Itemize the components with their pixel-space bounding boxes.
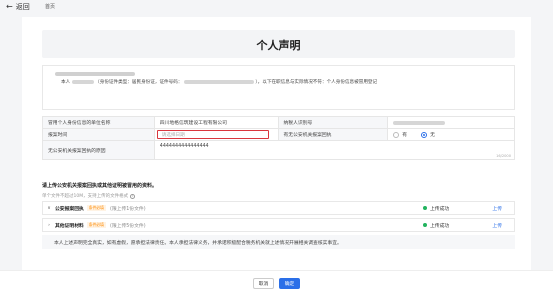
info-icon[interactable]: i [130, 193, 136, 199]
upload-status: 上传成功 [423, 205, 449, 212]
back-label: 返回 [15, 3, 30, 11]
footer-bar: 取消 确定 [0, 270, 553, 295]
section-name: 其他证明材料 [55, 223, 84, 229]
arrow-left-icon: ← [6, 2, 13, 11]
radio-no-receipt[interactable]: 无 [421, 131, 435, 138]
police-receipt-options: 有 无 [388, 129, 515, 140]
radio-has-receipt[interactable]: 有 [393, 131, 407, 138]
statement-box: 本人 （身份证件类型：居民身份证，证件号码： ），以下在职信息与实际情况不符：个… [42, 65, 515, 110]
char-counter: 16/2000 [496, 154, 511, 158]
redacted-name [71, 79, 94, 84]
redacted-line [55, 72, 135, 76]
upload-title: 请上传公安机关报案回执或其他证明被冒用的资料。 [42, 183, 158, 189]
taxid-label: 纳税人识别号 [278, 117, 389, 128]
report-date-input[interactable]: 请选择日期 [156, 130, 269, 139]
employer-value: 四川地格信筑建设工程有限公司 [155, 117, 279, 128]
statement-id-type: （身份证件类型：居民身份证，证件号码： [95, 80, 183, 85]
police-receipt-label: 有无公安机关报案回执 [278, 129, 389, 140]
pledge-text: 本人上述声明完全真实，如有虚假，愿承担法律责任。本人承担法律义务，并承诺积极配合… [42, 235, 515, 249]
upload-section-other-materials: › 其他证明材料 条件必填 (限上传5份文件) 上传成功 上传 [42, 218, 515, 232]
statement-text: 本人 （身份证件类型：居民身份证，证件号码： ），以下在职信息与实际情况不符：个… [61, 79, 377, 85]
confirm-button[interactable]: 确定 [279, 278, 300, 289]
success-dot-icon [423, 223, 427, 227]
cancel-button[interactable]: 取消 [253, 278, 274, 289]
breadcrumb[interactable]: 首页 [45, 3, 55, 10]
radio-checked-icon [421, 131, 428, 138]
redacted-taxid [393, 120, 446, 125]
upload-button[interactable]: 上传 [492, 222, 502, 229]
required-tag: 条件必填 [86, 222, 106, 228]
upload-section-police-receipt: ∨ 公安报案回执 条件必填 (限上传1份文件) 上传成功 上传 [42, 201, 515, 215]
page-title: 个人声明 [256, 39, 301, 52]
radio-has-label: 有 [402, 133, 408, 138]
radio-none-label: 无 [430, 133, 435, 138]
table-row: 报案时间 请选择日期 有无公安机关报案回执 有 无 [43, 129, 515, 141]
file-limit: (限上传5份文件) [109, 223, 146, 229]
no-receipt-reason-label: 无公安机关报案回执的原因 [43, 141, 155, 159]
reason-text: 4444444444444444 [159, 144, 209, 149]
radio-icon [393, 131, 400, 138]
no-receipt-reason-textarea[interactable]: 4444444444444444 16/2000 [155, 141, 515, 159]
report-time-label: 报案时间 [43, 129, 155, 140]
top-bar: ← 返回 首页 [0, 0, 553, 14]
table-row: 无公安机关报案回执的原因 4444444444444444 16/2000 [43, 141, 515, 160]
employer-label: 冒用个人身份信息的单位名称 [43, 117, 155, 128]
upload-hint-text: 单个文件不超过10M，支持上传的文件格式 [42, 194, 129, 199]
file-limit: (限上传1份文件) [109, 206, 146, 212]
chevron-right-icon[interactable]: › [43, 223, 55, 228]
chevron-down-icon[interactable]: ∨ [43, 206, 55, 211]
info-table: 冒用个人身份信息的单位名称 四川地格信筑建设工程有限公司 纳税人识别号 报案时间… [42, 116, 515, 160]
success-dot-icon [423, 206, 427, 210]
statement-prefix: 本人 [61, 80, 71, 85]
statement-suffix: ），以下在职信息与实际情况不符：个人身份信息被冒用登记 [255, 80, 378, 85]
back-button[interactable]: ← 返回 [6, 2, 30, 12]
upload-status: 上传成功 [423, 222, 449, 229]
status-text: 上传成功 [430, 223, 450, 229]
table-row: 冒用个人身份信息的单位名称 四川地格信筑建设工程有限公司 纳税人识别号 [43, 117, 515, 129]
upload-hint: 单个文件不超过10M，支持上传的文件格式 i [42, 193, 136, 199]
section-name: 公安报案回执 [55, 206, 84, 212]
taxid-value [388, 117, 515, 128]
declaration-card: 个人声明 本人 （身份证件类型：居民身份证，证件号码： ），以下在职信息与实际情… [22, 17, 531, 270]
required-tag: 条件必填 [86, 205, 106, 211]
status-text: 上传成功 [430, 206, 450, 212]
redacted-id-number [183, 79, 254, 84]
title-box: 个人声明 [42, 30, 515, 58]
upload-button[interactable]: 上传 [492, 205, 502, 212]
report-time-cell: 请选择日期 [155, 129, 279, 140]
